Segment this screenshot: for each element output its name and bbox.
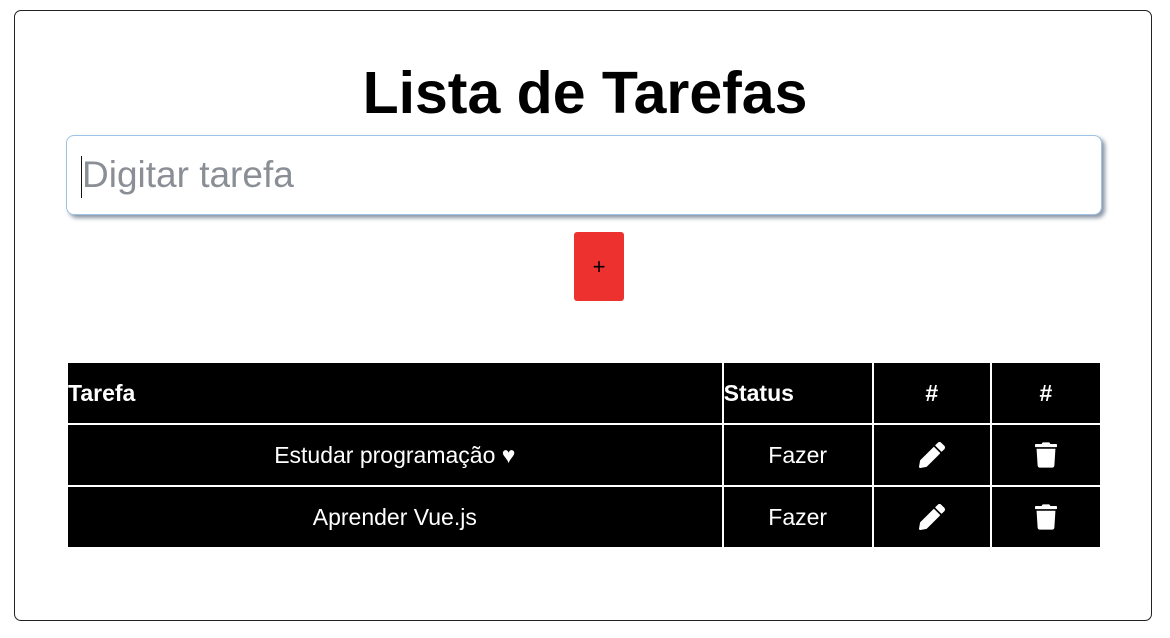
pencil-icon[interactable] xyxy=(918,442,945,469)
task-name: Estudar programação ♥ xyxy=(68,425,722,485)
task-name: Aprender Vue.js xyxy=(68,487,722,547)
task-table: Tarefa Status # # Estudar programação ♥ … xyxy=(66,361,1102,549)
delete-cell xyxy=(991,487,1100,547)
task-input[interactable] xyxy=(66,135,1102,215)
table-row: Estudar programação ♥ Fazer xyxy=(68,425,1100,485)
table-header-row: Tarefa Status # # xyxy=(68,363,1100,423)
trash-icon[interactable] xyxy=(1034,504,1057,530)
table-row: Aprender Vue.js Fazer xyxy=(68,487,1100,547)
delete-cell xyxy=(991,425,1100,485)
add-task-button[interactable]: + xyxy=(574,232,624,301)
page-title: Lista de Tarefas xyxy=(362,60,808,126)
text-caret xyxy=(81,156,82,198)
edit-cell xyxy=(873,487,990,547)
header-task: Tarefa xyxy=(68,363,722,423)
header-status: Status xyxy=(723,363,872,423)
task-status[interactable]: Fazer xyxy=(723,487,872,547)
edit-cell xyxy=(873,425,990,485)
header-edit: # xyxy=(873,363,990,423)
header-delete: # xyxy=(991,363,1100,423)
trash-icon[interactable] xyxy=(1034,442,1057,468)
pencil-icon[interactable] xyxy=(918,504,945,531)
task-status[interactable]: Fazer xyxy=(723,425,872,485)
